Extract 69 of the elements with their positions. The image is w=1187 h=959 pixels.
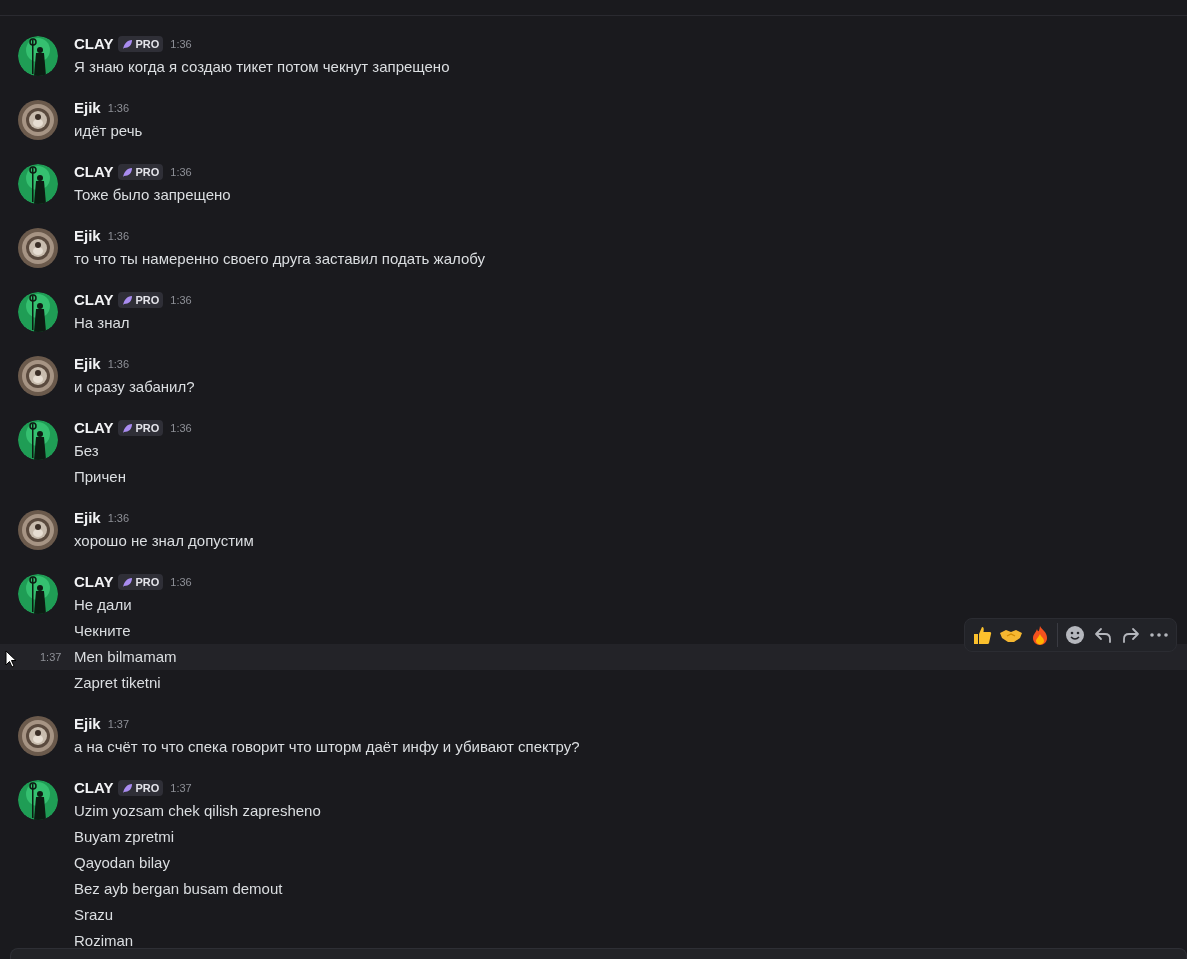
username[interactable]: CLAY xyxy=(74,34,114,54)
timestamp: 1:37 xyxy=(107,716,130,732)
avatar[interactable] xyxy=(18,100,58,140)
avatar[interactable] xyxy=(18,510,58,550)
message-text: Чекните xyxy=(74,620,131,641)
message-text: На знал xyxy=(74,312,130,333)
emoji-icon[interactable] xyxy=(1064,624,1086,646)
username[interactable]: CLAY xyxy=(74,778,114,798)
thumbs-up-icon[interactable] xyxy=(971,624,993,646)
pro-badge[interactable]: PRO xyxy=(118,420,164,436)
avatar[interactable] xyxy=(18,716,58,756)
username[interactable]: CLAY xyxy=(74,162,114,182)
username[interactable]: Ejik xyxy=(74,98,101,118)
feather-icon xyxy=(122,422,134,434)
username[interactable]: Ejik xyxy=(74,354,101,374)
avatar[interactable] xyxy=(18,420,58,460)
pro-badge[interactable]: PRO xyxy=(118,36,164,52)
feather-icon xyxy=(122,782,134,794)
timestamp: 1:36 xyxy=(170,36,192,52)
message-text: и сразу забанил? xyxy=(74,376,195,397)
pro-badge[interactable]: PRO xyxy=(118,292,164,308)
timestamp: 1:37 xyxy=(40,649,62,665)
message-text: Srazu xyxy=(74,904,114,925)
timestamp: 1:36 xyxy=(107,100,130,116)
feather-icon xyxy=(122,166,134,178)
message-text: то что ты намеренно своего друга заставил подать жалобу xyxy=(74,248,485,269)
username[interactable]: CLAY xyxy=(74,572,114,592)
avatar[interactable] xyxy=(18,36,58,76)
avatar[interactable] xyxy=(18,228,58,268)
timestamp: 1:37 xyxy=(170,780,192,796)
message-text: идёт речь xyxy=(74,120,143,141)
timestamp: 1:36 xyxy=(170,292,192,308)
message-text: Bez ayb bergan busam demout xyxy=(74,878,283,899)
avatar[interactable] xyxy=(18,780,58,820)
username[interactable]: CLAY xyxy=(74,418,114,438)
feather-icon xyxy=(122,38,134,50)
timestamp: 1:36 xyxy=(170,420,192,436)
avatar[interactable] xyxy=(18,292,58,332)
message-text: Qayodan bilay xyxy=(74,852,170,873)
message-text: Buyam zpretmi xyxy=(74,826,175,847)
avatar[interactable] xyxy=(18,574,58,614)
timestamp: 1:36 xyxy=(170,164,192,180)
message-text: Не дали xyxy=(74,594,132,615)
message-text: Тоже было запрещено xyxy=(74,184,231,205)
message-text: Men bilmamam xyxy=(74,646,177,667)
avatar[interactable] xyxy=(18,356,58,396)
timestamp: 1:36 xyxy=(107,510,130,526)
message-text: Roziman xyxy=(74,930,134,951)
pro-badge[interactable]: PRO xyxy=(118,164,164,180)
avatar[interactable] xyxy=(18,164,58,204)
username[interactable]: Ejik xyxy=(74,226,101,246)
message-text: а на счёт то что спека говорит что шторм даёт инфу и убивают спектру? xyxy=(74,736,580,757)
pro-badge[interactable]: PRO xyxy=(118,574,164,590)
message-text: Zapret tiketni xyxy=(74,672,161,693)
message-text: хорошо не знал допустим xyxy=(74,530,254,551)
feather-icon xyxy=(122,576,134,588)
timestamp: 1:36 xyxy=(170,574,192,590)
message-text: Uzim yozsam chek qilish zapresheno xyxy=(74,800,321,821)
pro-badge[interactable]: PRO xyxy=(118,780,164,796)
username[interactable]: Ejik xyxy=(74,714,101,734)
username[interactable]: Ejik xyxy=(74,508,101,528)
cursor-icon xyxy=(5,650,17,668)
timestamp: 1:36 xyxy=(107,356,130,372)
message-text: Я знаю когда я создаю тикет потом чекнут запрещено xyxy=(74,56,450,77)
message-text: Причен xyxy=(74,466,126,487)
username[interactable]: CLAY xyxy=(74,290,114,310)
feather-icon xyxy=(122,294,134,306)
timestamp: 1:36 xyxy=(107,228,130,244)
message-text: Без xyxy=(74,440,99,461)
